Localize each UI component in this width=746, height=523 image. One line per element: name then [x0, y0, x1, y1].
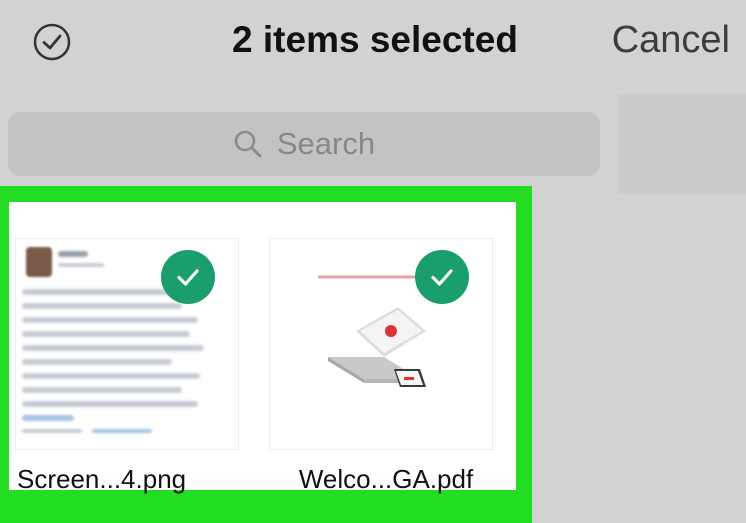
- file-name: Screen...4.png: [17, 464, 187, 494]
- file-item-screenshot[interactable]: Screen...4.png: [9, 202, 255, 494]
- checkmark-icon: [431, 269, 453, 286]
- search-placeholder: Search: [276, 126, 376, 161]
- checkmark-icon: [177, 269, 199, 286]
- select-all-button[interactable]: [30, 20, 74, 64]
- file-name: Welco...GA.pdf: [298, 464, 474, 494]
- file-item-pdf[interactable]: Welco...GA.pdf: [263, 202, 509, 494]
- avatar: [26, 247, 52, 277]
- checkmark-circle-icon: [33, 23, 71, 61]
- selection-count-title: 2 items selected: [232, 19, 518, 60]
- cancel-button[interactable]: Cancel: [612, 18, 730, 62]
- side-panel: [618, 94, 746, 194]
- selected-badge: [161, 250, 215, 304]
- top-bar: 2 items selected Cancel: [0, 0, 746, 92]
- selected-files-highlight: Screen...4.png Welco...GA.pdf: [0, 186, 532, 523]
- selected-badge: [415, 250, 469, 304]
- search-field[interactable]: Search: [8, 112, 600, 176]
- file-grid: Screen...4.png Welco...GA.pdf: [9, 202, 516, 494]
- search-icon: [234, 130, 262, 158]
